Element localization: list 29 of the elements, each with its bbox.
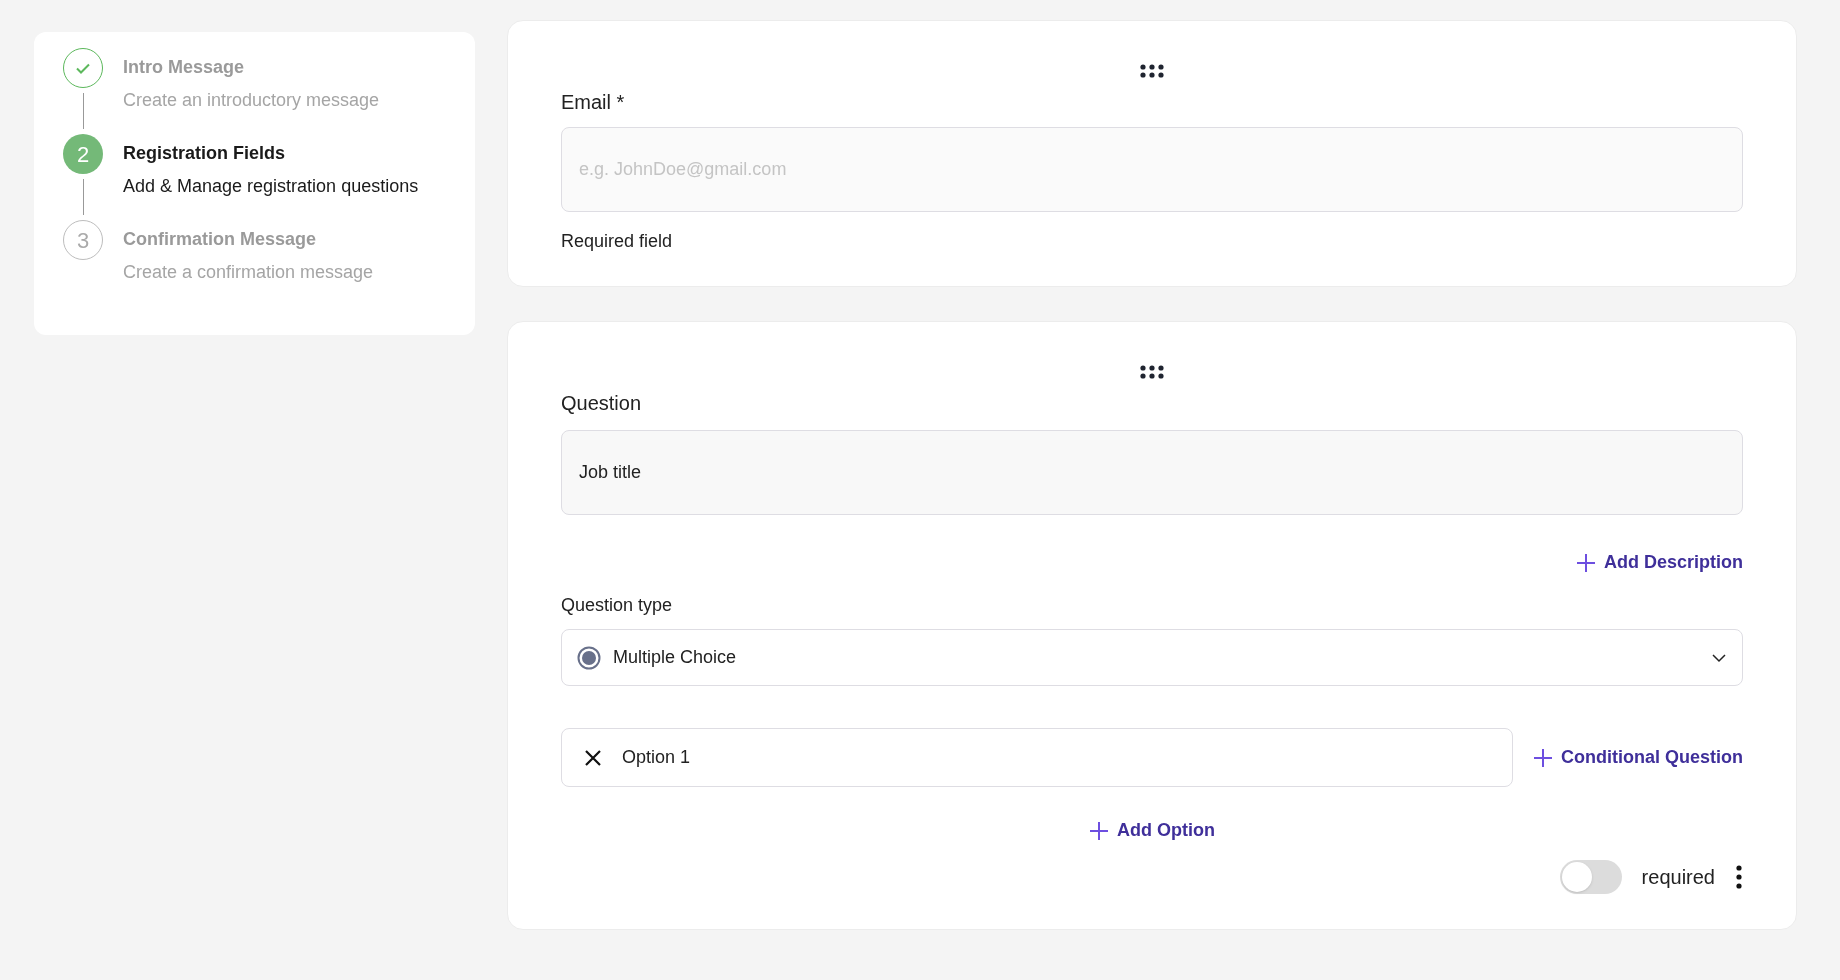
step-subtitle: Create an introductory message [123, 89, 380, 112]
drag-handle-icon[interactable] [1140, 364, 1164, 380]
step-number: 3 [63, 220, 103, 260]
field-label: Email * [561, 90, 626, 115]
plus-icon [1576, 552, 1596, 573]
required-toggle[interactable] [1559, 860, 1622, 894]
plus-icon [1533, 747, 1553, 768]
plus-icon [1089, 820, 1109, 841]
question-type-dropdown[interactable]: Multiple Choice [561, 629, 1743, 686]
conditional-question-link[interactable]: Conditional Question [1533, 744, 1743, 771]
step-subtitle: Create a confirmation message [123, 261, 374, 284]
add-option-link[interactable]: Add Option [1089, 817, 1215, 844]
field-label: Question [561, 391, 643, 416]
step-subtitle: Add & Manage registration questions [123, 175, 419, 198]
option-value: Option 1 [622, 746, 691, 769]
helper-text: Required field [561, 230, 674, 253]
add-description-link[interactable]: Add Description [1576, 549, 1743, 576]
drag-handle-icon[interactable] [1140, 63, 1164, 79]
toggle-label: required [1641, 865, 1715, 890]
dropdown-value: Multiple Choice [613, 646, 738, 669]
close-icon[interactable] [584, 748, 602, 767]
more-options-icon[interactable] [1735, 865, 1743, 889]
question-field[interactable]: Job title [561, 430, 1743, 515]
radio-icon [577, 645, 601, 670]
step-title[interactable]: Registration Fields [123, 140, 419, 167]
step-number: 2 [63, 134, 103, 174]
field-label: Question type [561, 594, 674, 617]
option-field[interactable]: Option 1 [561, 728, 1513, 787]
chevron-down-icon [1711, 652, 1727, 663]
